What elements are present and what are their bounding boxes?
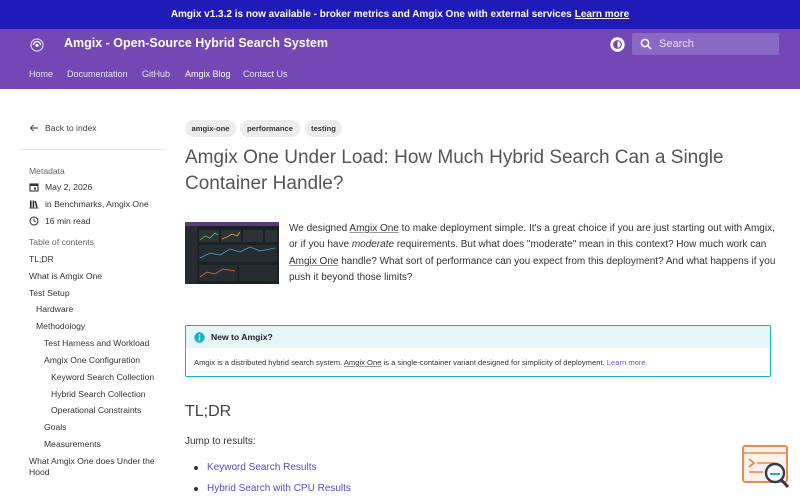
callout-body: Amgix is a distributed hybrid search sys… bbox=[194, 358, 648, 367]
clock-icon bbox=[29, 216, 39, 226]
intro-text-3: requirements. But what does "moderate" m… bbox=[394, 239, 767, 251]
callout-header: New to Amgix? bbox=[186, 326, 770, 348]
amgix-one-link[interactable]: Amgix One bbox=[349, 223, 398, 234]
theme-toggle-icon[interactable] bbox=[609, 36, 626, 53]
page-title: Amgix One Under Load: How Much Hybrid Se… bbox=[185, 145, 775, 197]
sidebar: Back to index Metadata May 2, 2026 in Be… bbox=[0, 89, 170, 500]
announcement-learn-more-link[interactable]: Learn more bbox=[575, 9, 629, 20]
toc-item-test-harness[interactable]: Test Harness and Workload bbox=[44, 338, 149, 348]
site-title[interactable]: Amgix - Open-Source Hybrid Search System bbox=[64, 36, 328, 50]
bullet bbox=[194, 486, 198, 491]
read-time-text: 16 min read bbox=[45, 216, 91, 226]
tag-performance[interactable]: performance bbox=[240, 120, 300, 137]
nav-amgix-blog[interactable]: Amgix Blog bbox=[185, 69, 231, 79]
intro-emphasis: moderate bbox=[351, 239, 395, 251]
tag-amgix-one[interactable]: amgix-one bbox=[185, 120, 236, 137]
tldr-heading: TL;DR bbox=[185, 403, 232, 420]
results-list-item[interactable]: Hybrid Search with CPU Results bbox=[194, 483, 351, 494]
callout-title: New to Amgix? bbox=[211, 332, 273, 342]
callout-amgix-one-link[interactable]: Amgix One bbox=[344, 358, 382, 367]
page-title-line1: Amgix One Under Load: How Much Hybrid Se… bbox=[185, 147, 724, 168]
page-title-line2: Container Handle? bbox=[185, 173, 344, 194]
intro-text-4: handle? What sort of performance can you… bbox=[289, 255, 776, 284]
back-to-index-link[interactable]: Back to index bbox=[29, 123, 97, 133]
search-input[interactable] bbox=[659, 36, 769, 52]
bullet bbox=[194, 465, 198, 470]
intro-paragraph: We designed Amgix One to make deployment… bbox=[289, 221, 777, 287]
post-categories: in Benchmarks, Amgix One bbox=[29, 199, 149, 209]
amgix-one-link-2[interactable]: Amgix One bbox=[289, 256, 338, 267]
top-nav: Home Documentation GitHub Amgix Blog Con… bbox=[0, 60, 800, 89]
callout-text-1: Amgix is a distributed hybrid search sys… bbox=[194, 358, 344, 367]
callout-learn-more-link[interactable]: Learn more. bbox=[607, 358, 648, 367]
toc-item-amgix-one-configuration[interactable]: Amgix One Configuration bbox=[44, 355, 140, 365]
announcement-text: Amgix v1.3.2 is now available - broker m… bbox=[170, 9, 572, 20]
logo-icon[interactable] bbox=[30, 38, 44, 52]
nav-documentation[interactable]: Documentation bbox=[67, 69, 128, 79]
dashboard-screenshot-thumbnail[interactable] bbox=[185, 222, 279, 284]
search-box[interactable] bbox=[632, 33, 779, 55]
post-date: May 2, 2026 bbox=[29, 182, 92, 192]
toc-heading: Table of contents bbox=[29, 237, 94, 247]
sidebar-divider bbox=[20, 149, 165, 150]
toc-item-goals[interactable]: Goals bbox=[44, 422, 66, 432]
callout-text-2: is a single-container variant designed f… bbox=[381, 358, 607, 367]
hybrid-search-cpu-results-link[interactable]: Hybrid Search with CPU Results bbox=[207, 483, 351, 494]
floating-search-terminal-icon[interactable] bbox=[741, 445, 791, 489]
arrow-left-icon bbox=[29, 124, 38, 132]
results-list-item[interactable]: Keyword Search Results bbox=[194, 462, 317, 473]
toc-item-what-is-amgix-one[interactable]: What is Amgix One bbox=[29, 271, 102, 281]
jump-to-results-text: Jump to results: bbox=[185, 436, 256, 447]
nav-contact-us[interactable]: Contact Us bbox=[243, 69, 288, 79]
toc-item-under-the-hood[interactable]: What Amgix One does Under the bbox=[29, 456, 155, 466]
metadata-heading: Metadata bbox=[29, 166, 65, 176]
tag-testing[interactable]: testing bbox=[305, 120, 342, 137]
toc-item-methodology[interactable]: Methodology bbox=[36, 321, 85, 331]
info-icon bbox=[194, 331, 205, 343]
toc-item-measurements[interactable]: Measurements bbox=[44, 439, 101, 449]
toc-item-operational-constraints[interactable]: Operational Constraints bbox=[51, 405, 141, 415]
back-to-index-label: Back to index bbox=[45, 123, 97, 133]
toc-item-hardware[interactable]: Hardware bbox=[36, 304, 73, 314]
toc-item-under-the-hood-cont[interactable]: Hood bbox=[29, 467, 50, 477]
read-time: 16 min read bbox=[29, 216, 90, 226]
new-to-amgix-callout: New to Amgix? Amgix is a distributed hyb… bbox=[185, 325, 771, 377]
keyword-search-results-link[interactable]: Keyword Search Results bbox=[207, 462, 317, 473]
post-date-text: May 2, 2026 bbox=[45, 182, 93, 192]
nav-home[interactable]: Home bbox=[29, 69, 53, 79]
library-icon bbox=[29, 200, 39, 209]
post-categories-text[interactable]: in Benchmarks, Amgix One bbox=[45, 199, 149, 209]
toc-item-tldr[interactable]: TL;DR bbox=[29, 254, 54, 264]
calendar-icon bbox=[29, 183, 39, 192]
announcement-bar: Amgix v1.3.2 is now available - broker m… bbox=[0, 0, 800, 29]
toc-item-hybrid-search-collection[interactable]: Hybrid Search Collection bbox=[51, 389, 146, 399]
intro-text-1: We designed bbox=[289, 223, 350, 234]
nav-github[interactable]: GitHub bbox=[142, 69, 170, 79]
toc-item-test-setup[interactable]: Test Setup bbox=[29, 288, 70, 298]
search-icon bbox=[640, 38, 652, 50]
toc-item-keyword-search-collection[interactable]: Keyword Search Collection bbox=[51, 372, 154, 382]
